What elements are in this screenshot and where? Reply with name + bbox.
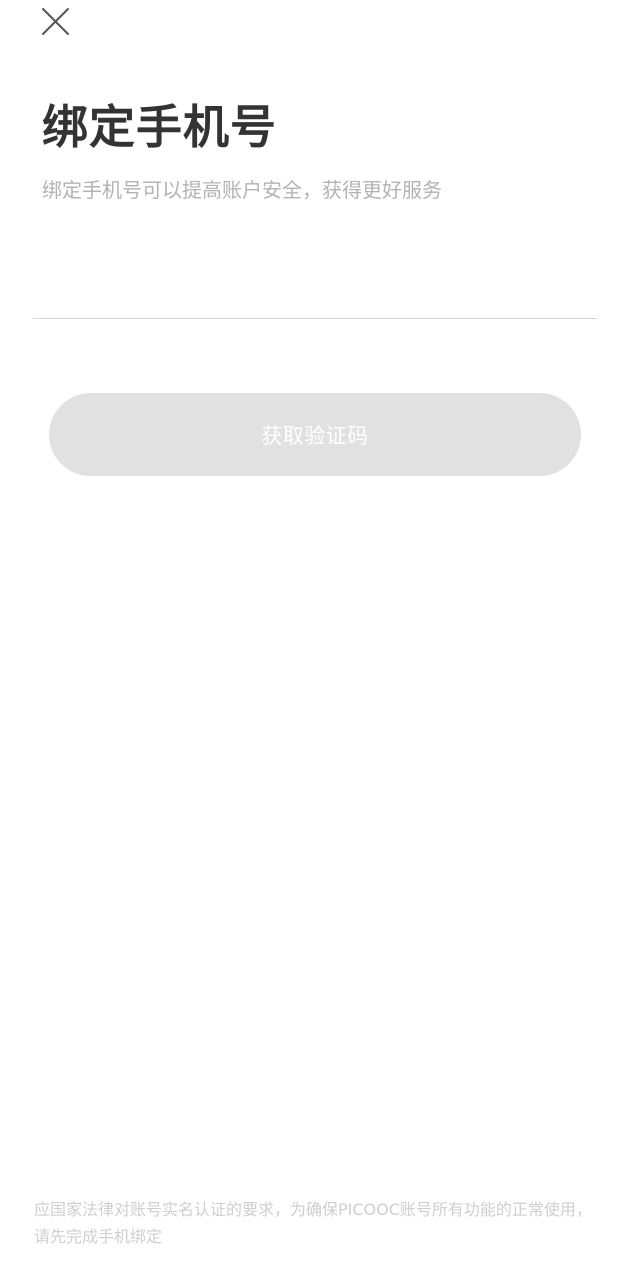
page-title: 绑定手机号 bbox=[42, 100, 277, 154]
input-underline bbox=[33, 318, 597, 319]
close-icon bbox=[42, 8, 69, 35]
get-verification-code-button[interactable]: 获取验证码 bbox=[49, 393, 581, 476]
get-code-label: 获取验证码 bbox=[261, 423, 369, 448]
footer-notice: 应国家法律对账号实名认证的要求，为确保PICOOC账号所有功能的正常使用，请先完… bbox=[34, 1200, 592, 1246]
close-button[interactable] bbox=[38, 4, 74, 40]
phone-number-input[interactable] bbox=[33, 256, 597, 316]
page-subtitle: 绑定手机号可以提高账户安全，获得更好服务 bbox=[42, 178, 442, 202]
